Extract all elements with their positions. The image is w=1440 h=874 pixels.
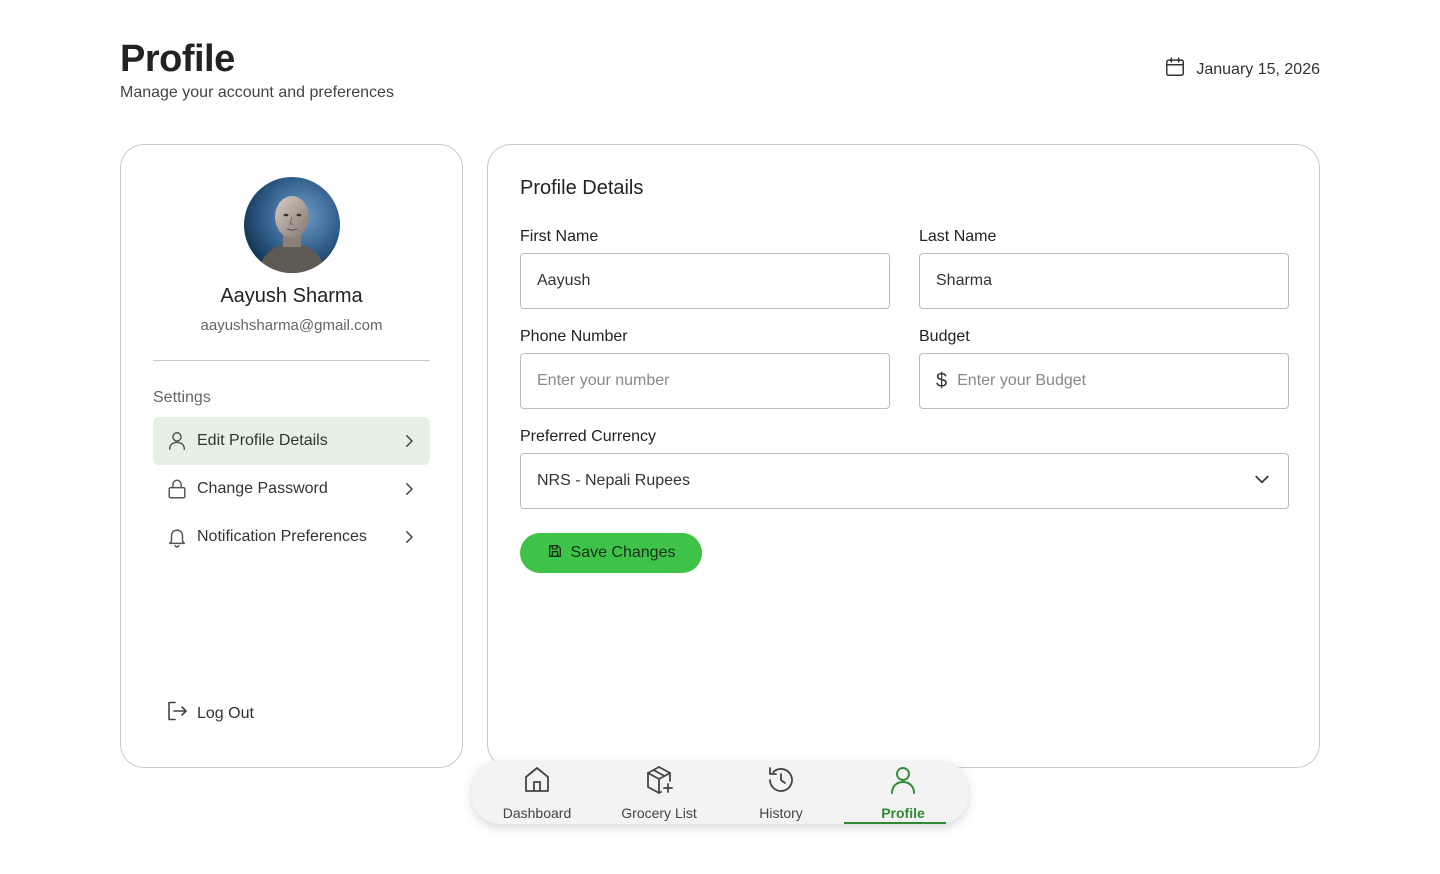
page-subtitle: Manage your account and preferences (120, 84, 394, 101)
currency-label: Preferred Currency (520, 428, 657, 445)
user-name: Aayush Sharma (220, 285, 363, 307)
nav-label: Dashboard (502, 805, 572, 821)
budget-input[interactable] (957, 372, 1272, 390)
menu-item-notification-preferences[interactable]: Notification Preferences (153, 513, 430, 561)
logout-icon (165, 699, 189, 728)
calendar-icon (1164, 56, 1186, 83)
last-name-input[interactable] (936, 272, 1272, 290)
dollar-icon: $ (936, 369, 948, 392)
menu-item-label: Notification Preferences (197, 528, 367, 545)
budget-field[interactable]: $ (919, 353, 1289, 409)
menu-item-label: Change Password (197, 480, 328, 497)
currency-selected-value: NRS - Nepali Rupees (537, 472, 690, 489)
lock-icon (165, 477, 189, 501)
current-date: January 15, 2026 (1196, 60, 1320, 78)
last-name-label: Last Name (919, 228, 997, 245)
profile-details-card: Profile Details First Name Last Name Pho… (487, 144, 1320, 768)
chevron-right-icon (400, 480, 418, 498)
profile-sidebar-card: Aayush Sharma aayushsharma@gmail.com Set… (120, 144, 463, 768)
chevron-down-icon (1252, 469, 1272, 494)
user-icon (887, 764, 919, 801)
bell-icon (165, 525, 189, 549)
first-name-label: First Name (520, 228, 599, 245)
save-changes-button[interactable]: Save Changes (520, 533, 702, 573)
home-icon (521, 764, 553, 801)
nav-item-history[interactable]: History (720, 760, 842, 824)
date-display: January 15, 2026 (1164, 56, 1320, 83)
first-name-input[interactable] (537, 272, 873, 290)
user-email: aayushsharma@gmail.com (200, 317, 383, 334)
save-icon (547, 543, 563, 564)
save-button-label: Save Changes (570, 544, 676, 561)
menu-item-edit-profile[interactable]: Edit Profile Details (153, 417, 430, 465)
budget-label: Budget (919, 328, 970, 345)
nav-item-dashboard[interactable]: Dashboard (476, 760, 598, 824)
phone-label: Phone Number (520, 328, 628, 345)
nav-label: Profile (881, 805, 925, 821)
bottom-navigation: Dashboard Grocery List History Profile (472, 760, 968, 824)
history-icon (765, 764, 797, 801)
nav-label: Grocery List (621, 805, 697, 821)
chevron-right-icon (400, 432, 418, 450)
menu-item-change-password[interactable]: Change Password (153, 465, 430, 513)
last-name-field[interactable] (919, 253, 1289, 309)
card-title: Profile Details (520, 177, 644, 199)
user-icon (165, 429, 189, 453)
currency-select[interactable]: NRS - Nepali Rupees (520, 453, 1289, 509)
avatar (244, 177, 340, 273)
phone-field[interactable] (520, 353, 890, 409)
settings-heading: Settings (153, 389, 211, 406)
page-title: Profile (120, 38, 235, 80)
logout-label: Log Out (197, 704, 254, 722)
package-plus-icon (643, 764, 675, 801)
menu-item-label: Edit Profile Details (197, 432, 328, 449)
logout-button[interactable]: Log Out (165, 699, 254, 728)
nav-item-profile[interactable]: Profile (842, 760, 964, 824)
chevron-right-icon (400, 528, 418, 546)
first-name-field[interactable] (520, 253, 890, 309)
divider (153, 360, 430, 361)
nav-label: History (759, 805, 803, 821)
nav-item-grocery-list[interactable]: Grocery List (598, 760, 720, 824)
phone-input[interactable] (537, 372, 873, 390)
